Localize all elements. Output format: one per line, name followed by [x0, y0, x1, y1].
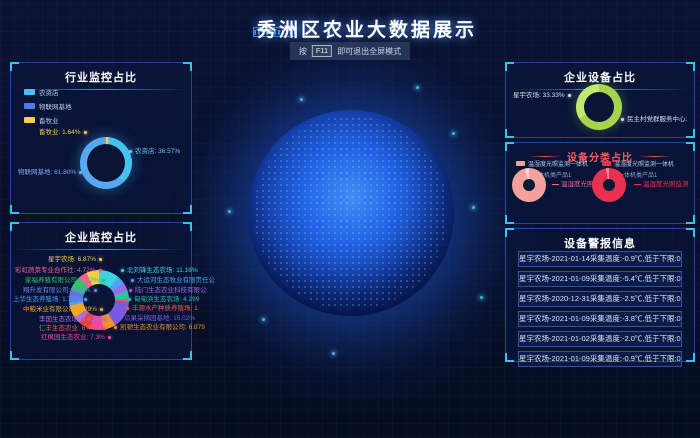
alarm-row: 星宇农场-2021-01-02采集温度:-2.0℃,低于下限:0℃ [518, 331, 682, 347]
title-divider [16, 249, 186, 250]
callout-nongzidian: 农资店: 36.57% [129, 145, 180, 155]
callout-farm: 上华生态养殖场: 1.72% [13, 293, 87, 303]
donut-hole [603, 179, 615, 191]
hint-prefix: 按 [299, 46, 307, 57]
particle-dot [480, 296, 483, 299]
industry-donut-chart[interactable] [80, 137, 132, 189]
particle-dot [228, 210, 231, 213]
legend-swatch [602, 161, 611, 166]
hint-suffix: 即可退出全屏模式 [337, 46, 401, 57]
panel-device-title: 企业设备占比 [506, 69, 694, 85]
panel-enterprise-title: 企业监控占比 [11, 229, 191, 245]
callout-xumuye: 畜牧业: 1.64% [39, 126, 87, 136]
device-donut-chart[interactable] [576, 84, 622, 130]
callout-farm: 凯顿生态农业有限公司: 6.879 [114, 321, 205, 331]
particle-dot [472, 206, 475, 209]
legend-swatch [24, 117, 35, 123]
legend-label: 农资店 [39, 87, 59, 97]
particle-dot [332, 352, 335, 355]
legend-label: 温湿度光照监测一体机 [528, 159, 588, 168]
fullscreen-hint: 按 F11 即可退出全屏模式 [290, 42, 410, 60]
callout-service-center: 民主村党群服务中心: [621, 113, 687, 123]
panel-device-alarms: 设备警报信息 星宇农场-2021-01-14采集温度:-0.9℃,低于下限:0℃… [505, 228, 695, 362]
category-right-pointer: 温湿度光照监测 [634, 178, 689, 188]
particle-dot [262, 318, 265, 321]
legend-label: 物联网基地 [39, 101, 72, 111]
legend-item-xumuye[interactable]: 畜牧业 [24, 115, 72, 125]
globe-visualization [248, 110, 454, 316]
category-right-donut[interactable] [592, 168, 626, 202]
panel-industry-ratio: 行业监控占比 农资店 物联网基地 畜牧业 畜牧业: 1.64% 农资店: 36.… [10, 62, 192, 214]
callout-farm: 大运河生态牧业有限责任公 [131, 274, 215, 284]
legend-item-wulianwang[interactable]: 物联网基地 [24, 101, 72, 111]
particle-dot [300, 98, 303, 101]
panel-device-ratio: 企业设备占比 星宇农场: 33.33% 民主村党群服务中心: [505, 62, 695, 138]
panel-enterprise-monitor: 企业监控占比 星宇农场: 6.87% 彩虹蔬菜专业合作社: 4.72% 家福养殖… [10, 222, 192, 360]
particle-dot [416, 86, 419, 89]
callout-farm: 红枫园生态农业: 7.3% [41, 331, 111, 341]
alarm-list: 星宇农场-2021-01-14采集温度:-0.9℃,低于下限:0℃ 星宇农场-2… [518, 251, 682, 371]
category-left-legend[interactable]: 温湿度光照监测一体机 [516, 159, 588, 168]
callout-xingyu-farm: 星宇农场: 33.33% [513, 89, 571, 99]
alarm-row: 星宇农场-2021-01-09采集温度:-0.9℃,低于下限:0℃ [518, 351, 682, 367]
panel-alarms-title: 设备警报信息 [506, 235, 694, 251]
callout-farm: 丰源水产种质养殖场: 1. [126, 302, 200, 312]
alarm-row: 星宇农场-2020-12-31采集温度:-2.5℃,低于下限:0℃ [518, 291, 682, 307]
callout-farm: 家福养殖有限公司: 7.72% [25, 274, 105, 284]
legend-label: 畜牧业 [39, 115, 59, 125]
f11-keycap: F11 [312, 45, 332, 57]
particle-dot [452, 132, 455, 135]
callout-farm: 北刘锋生态农场: 11.16% [121, 264, 198, 274]
callout-wulianwang: 物联网基地: 61.80% [18, 166, 82, 176]
alarm-row: 星宇农场-2021-01-09采集温度:-5.4℃,低于下限:0℃ [518, 271, 682, 287]
industry-legend: 农资店 物联网基地 畜牧业 [24, 87, 72, 129]
legend-swatch [516, 161, 525, 166]
legend-label: 温湿度光照监测一体机 [614, 159, 674, 168]
callout-farm: 中粮米业有限公司: 7.29% [23, 303, 103, 313]
legend-swatch [24, 103, 35, 109]
callout-farm: 星宇农场: 6.87% [48, 253, 102, 263]
donut-hole [87, 144, 125, 182]
category-left-donut[interactable] [512, 168, 546, 202]
callout-farm: 彩虹蔬菜专业合作社: 4.72% [15, 264, 102, 274]
page-title: 秀洲区农业大数据展示 [0, 15, 700, 42]
alarm-row: 星宇农场-2021-01-09采集温度:-3.8℃,低于下限:0℃ [518, 311, 682, 327]
dashboard-root: 秀洲区农业大数据展示 按 F11 即可退出全屏模式 行业监控占比 农资店 物联网… [0, 0, 700, 438]
legend-item-nongzidian[interactable]: 农资店 [24, 87, 72, 97]
panel-industry-title: 行业监控占比 [11, 69, 191, 85]
donut-hole [584, 92, 614, 122]
legend-swatch [24, 89, 35, 95]
category-right-legend[interactable]: 温湿度光照监测一体机 [602, 159, 674, 168]
donut-hole [523, 179, 535, 191]
panel-device-category: 设备分类占比 温湿度光照监测一体机 一体机类产品1 温湿度光照监测 温湿度光照监… [505, 142, 695, 224]
alarm-row: 星宇农场-2021-01-14采集温度:-0.9℃,低于下限:0℃ [518, 251, 682, 267]
